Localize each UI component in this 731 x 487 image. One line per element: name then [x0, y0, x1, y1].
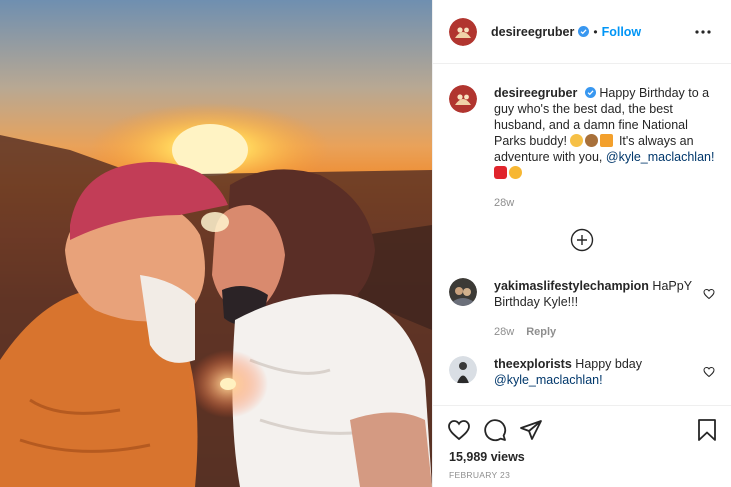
- comment-meta: 28w Reply: [494, 324, 695, 340]
- post-header: desireegruber • Follow: [433, 0, 731, 64]
- view-count[interactable]: 15,989 views: [433, 446, 731, 464]
- comment-bubble-icon[interactable]: [483, 418, 507, 442]
- author-username[interactable]: desireegruber: [491, 25, 574, 39]
- load-more-comments-icon[interactable]: [570, 228, 594, 252]
- follow-button[interactable]: Follow: [602, 25, 642, 39]
- red-heart-emoji: [494, 166, 507, 179]
- like-comment-heart-icon[interactable]: [703, 366, 715, 378]
- couple-kissing-at-sunset-photo: [0, 103, 432, 487]
- party-hat-emoji: [600, 134, 614, 147]
- commenter-avatar[interactable]: [449, 356, 477, 384]
- like-heart-icon[interactable]: [447, 418, 471, 442]
- comment-username[interactable]: yakimaslifestylechampion: [494, 279, 649, 293]
- post-photo[interactable]: [0, 0, 432, 487]
- caption-meta: 28w: [494, 195, 715, 211]
- commenter-avatar[interactable]: [449, 278, 477, 306]
- caption-row: desireegruber Happy Birthday to a guy wh…: [449, 85, 715, 211]
- burger-emoji: [585, 134, 599, 147]
- author-avatar[interactable]: [449, 85, 477, 113]
- separator-dot: •: [593, 24, 598, 39]
- smiling-face-with-hearts-emoji: [509, 166, 522, 179]
- verified-badge-icon: [584, 87, 596, 98]
- share-paper-plane-icon[interactable]: [519, 418, 543, 442]
- comment-row: yakimaslifestylechampion HaPpY Birthday …: [449, 278, 715, 340]
- comment-username[interactable]: theexplorists: [494, 357, 572, 371]
- more-options-icon[interactable]: [691, 20, 715, 44]
- comment-age[interactable]: 28w: [494, 324, 514, 340]
- comment-body: theexplorists Happy bday @kyle_maclachla…: [494, 356, 695, 388]
- comment-mention-link[interactable]: @kyle_maclachlan!: [494, 373, 603, 387]
- comment-row: theexplorists Happy bday @kyle_maclachla…: [449, 356, 715, 388]
- reply-button[interactable]: Reply: [526, 324, 556, 340]
- comment-body: yakimaslifestylechampion HaPpY Birthday …: [494, 278, 695, 340]
- action-bar: [433, 406, 731, 446]
- caption-body: desireegruber Happy Birthday to a guy wh…: [494, 85, 715, 211]
- clapping-emoji: [570, 134, 584, 147]
- verified-badge-icon: [578, 26, 590, 37]
- comments-section[interactable]: desireegruber Happy Birthday to a guy wh…: [433, 65, 731, 405]
- author-avatar[interactable]: [449, 17, 477, 46]
- save-bookmark-icon[interactable]: [695, 418, 719, 442]
- caption-age[interactable]: 28w: [494, 195, 514, 211]
- comment-text: Happy bday: [575, 357, 643, 371]
- post-date[interactable]: FEBRUARY 23: [433, 464, 731, 480]
- like-comment-heart-icon[interactable]: [703, 288, 715, 300]
- caption-mention-link[interactable]: @kyle_maclachlan!: [606, 150, 715, 164]
- post-details-panel: desireegruber • Follow desireegruber Hap…: [432, 0, 731, 487]
- caption-username[interactable]: desireegruber: [494, 86, 577, 100]
- post-actions: 15,989 views FEBRUARY 23: [433, 405, 731, 487]
